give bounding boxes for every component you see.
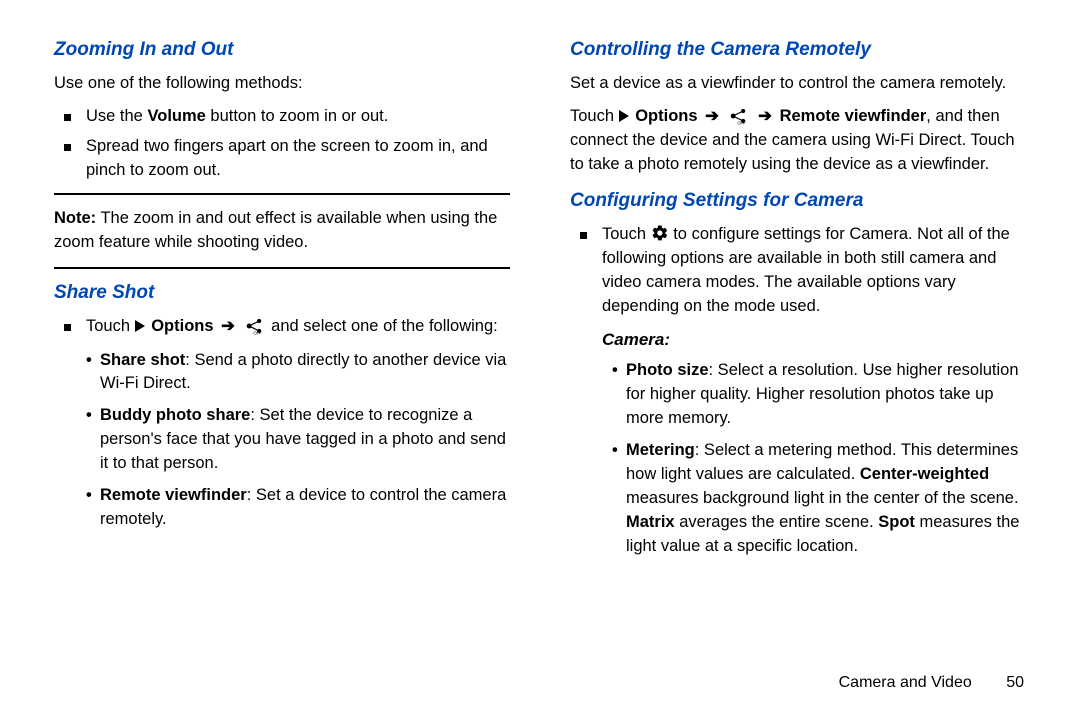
zoom-intro-text: Use one of the following methods: xyxy=(54,72,510,96)
bold-text: Share shot xyxy=(100,351,185,369)
page-footer: Camera and Video 50 xyxy=(839,674,1024,692)
note-block: Note: The zoom in and out effect is avai… xyxy=(54,205,510,257)
manual-page: Zooming In and Out Use one of the follow… xyxy=(0,0,1080,720)
list-item: Photo size: Select a resolution. Use hig… xyxy=(626,359,1026,431)
bold-text: Options xyxy=(151,317,213,335)
left-column: Zooming In and Out Use one of the follow… xyxy=(54,30,510,700)
bold-text: Matrix xyxy=(626,513,675,531)
text: Touch xyxy=(602,225,651,243)
note-text: The zoom in and out effect is available … xyxy=(54,209,497,251)
bold-text: Metering xyxy=(626,441,695,459)
text: Touch xyxy=(86,317,135,335)
bold-text: Center-weighted xyxy=(860,465,989,483)
zoom-methods-list: Use the Volume button to zoom in or out.… xyxy=(54,105,510,183)
bold-text: Photo size xyxy=(626,361,709,379)
share-shot-list: Touch Options ➔ OFF and select one of th… xyxy=(54,315,510,532)
gear-icon xyxy=(651,225,674,243)
text: button to zoom in or out. xyxy=(206,107,389,125)
text: averages the entire scene. xyxy=(675,513,879,531)
share-off-icon: OFF xyxy=(729,107,749,129)
remote-intro-text: Set a device as a viewfinder to control … xyxy=(570,72,1026,96)
text: and select one of the following: xyxy=(271,317,498,335)
text: measures background light in the center … xyxy=(626,489,1019,507)
arrow-icon: ➔ xyxy=(758,107,772,125)
chevron-right-icon xyxy=(619,110,629,122)
footer-section-title: Camera and Video xyxy=(839,674,972,691)
bold-text: Options xyxy=(635,107,697,125)
config-list: Touch to configure settings for Camera. … xyxy=(570,223,1026,319)
list-item: Share shot: Send a photo directly to ano… xyxy=(100,349,510,397)
arrow-icon: ➔ xyxy=(221,317,235,335)
subheading-camera: Camera: xyxy=(570,328,1026,353)
bold-text: Buddy photo share xyxy=(100,406,250,424)
heading-share-shot: Share Shot xyxy=(54,279,510,307)
bold-text: Spot xyxy=(878,513,915,531)
svg-text:OFF: OFF xyxy=(253,330,262,335)
list-item: Remote viewfinder: Set a device to contr… xyxy=(100,484,510,532)
list-item: Touch to configure settings for Camera. … xyxy=(602,223,1026,319)
list-item: Spread two fingers apart on the screen t… xyxy=(86,135,510,183)
chevron-right-icon xyxy=(135,320,145,332)
share-off-icon: OFF xyxy=(245,317,265,339)
heading-zooming: Zooming In and Out xyxy=(54,36,510,64)
divider xyxy=(54,193,510,195)
text: Touch xyxy=(570,107,619,125)
divider xyxy=(54,267,510,269)
bold-text: Volume xyxy=(147,107,205,125)
arrow-icon: ➔ xyxy=(705,107,719,125)
note-label: Note: xyxy=(54,209,96,227)
page-number: 50 xyxy=(1006,674,1024,691)
share-shot-sublist: Share shot: Send a photo directly to ano… xyxy=(86,349,510,532)
list-item: Use the Volume button to zoom in or out. xyxy=(86,105,510,129)
list-item: Touch Options ➔ OFF and select one of th… xyxy=(86,315,510,532)
camera-settings-list: Photo size: Select a resolution. Use hig… xyxy=(570,359,1026,558)
svg-text:OFF: OFF xyxy=(737,121,746,126)
remote-steps-text: Touch Options ➔ OFF ➔ Remote viewfinder,… xyxy=(570,105,1026,177)
heading-remote: Controlling the Camera Remotely xyxy=(570,36,1026,64)
list-item: Buddy photo share: Set the device to rec… xyxy=(100,404,510,476)
bold-text: Remote viewfinder xyxy=(780,107,927,125)
bold-text: Remote viewfinder xyxy=(100,486,247,504)
right-column: Controlling the Camera Remotely Set a de… xyxy=(570,30,1026,700)
text: Use the xyxy=(86,107,147,125)
heading-config: Configuring Settings for Camera xyxy=(570,187,1026,215)
list-item: Metering: Select a metering method. This… xyxy=(626,439,1026,559)
